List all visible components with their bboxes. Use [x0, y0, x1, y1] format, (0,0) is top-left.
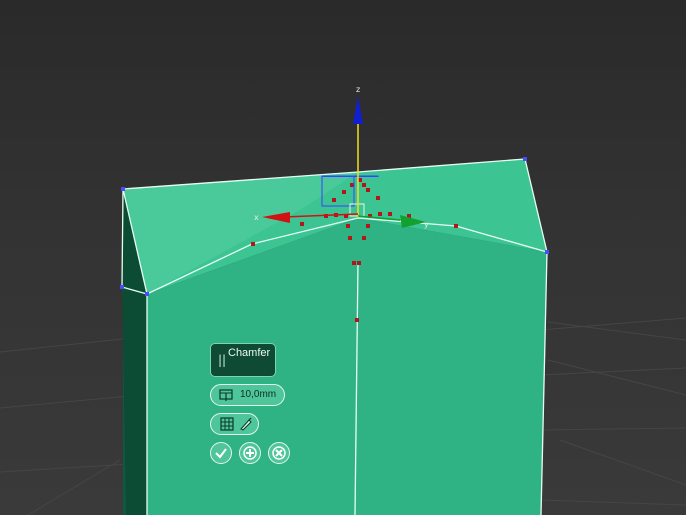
gizmo-z-label: z — [356, 85, 360, 94]
chamfer-amount-icon — [219, 389, 233, 401]
plus-icon — [243, 446, 257, 460]
caddy-title-label: Chamfer — [228, 347, 271, 359]
scene-3d[interactable]: z x y — [0, 0, 686, 515]
gizmo-x-label: x — [254, 213, 259, 222]
viewport[interactable]: z x y || Chamfer 10,0mm — [0, 0, 686, 515]
gizmo-y-label: y — [424, 220, 429, 229]
segments-grid-icon[interactable] — [219, 416, 235, 432]
chamfer-amount-value[interactable]: 10,0mm — [240, 389, 276, 401]
smooth-brush-icon[interactable] — [238, 416, 254, 432]
cancel-button[interactable] — [268, 442, 290, 464]
ok-button[interactable] — [210, 442, 232, 464]
chamfer-actions — [210, 442, 294, 464]
caddy-grip-handle[interactable]: || — [218, 353, 226, 367]
apply-continue-button[interactable] — [239, 442, 261, 464]
checkmark-icon — [215, 448, 227, 459]
chamfer-options-group — [210, 413, 259, 435]
chamfer-amount-field[interactable]: 10,0mm — [210, 384, 285, 406]
x-icon — [272, 446, 286, 460]
chamfer-caddy-title[interactable]: || Chamfer — [210, 343, 276, 377]
